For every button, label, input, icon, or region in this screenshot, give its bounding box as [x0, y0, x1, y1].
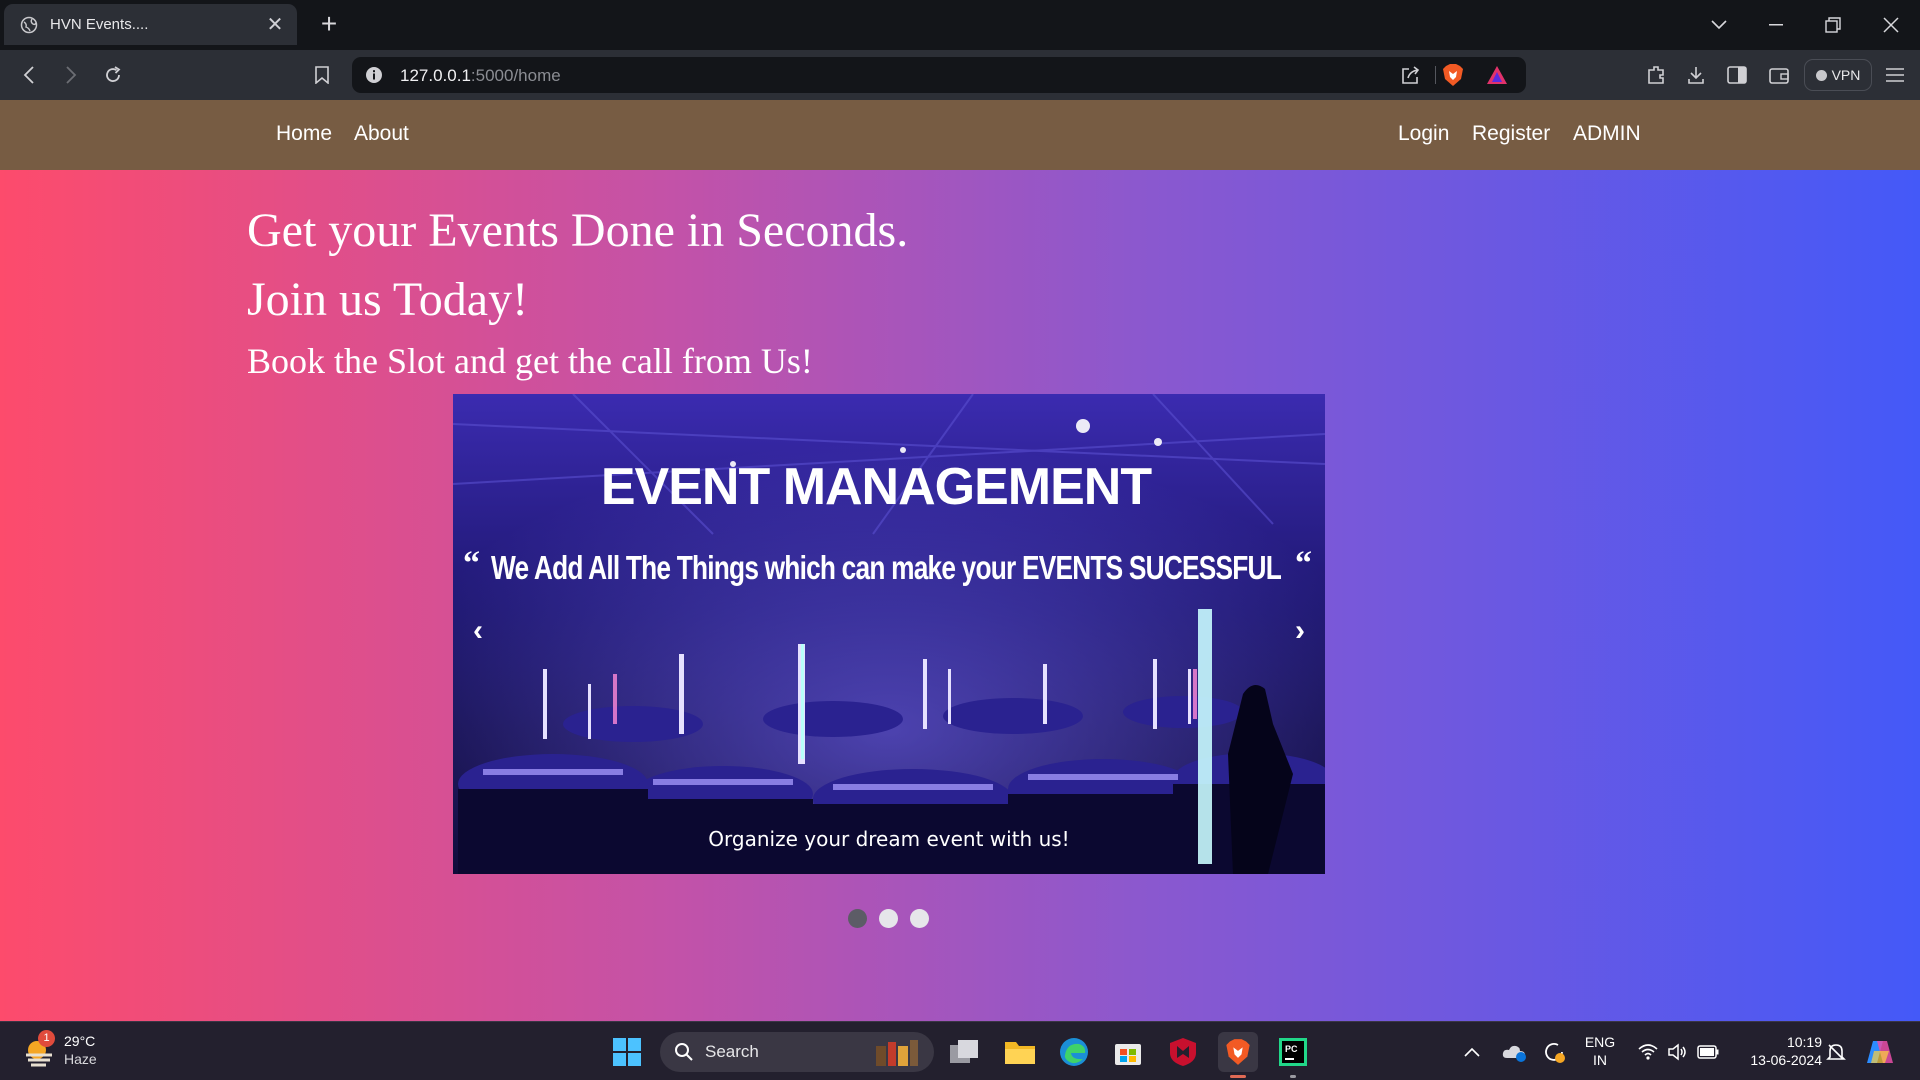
slide-title: EVENT MANAGEMENT	[601, 458, 1152, 516]
new-tab-icon[interactable]: +	[314, 10, 344, 40]
temperature: 29°C	[64, 1033, 96, 1049]
open-app-indicator	[1290, 1075, 1296, 1078]
copilot-icon[interactable]	[1860, 1032, 1900, 1072]
extensions-icon[interactable]	[1641, 60, 1671, 90]
search-icon	[675, 1043, 693, 1061]
nav-home-link[interactable]: Home	[276, 122, 332, 146]
slide-caption: Organize your dream event with us!	[708, 827, 1070, 851]
nav-about-link[interactable]: About	[354, 122, 409, 146]
carousel-indicator-2[interactable]	[879, 909, 898, 928]
carousel-indicator-3[interactable]	[910, 909, 929, 928]
vpn-button[interactable]: VPN	[1804, 59, 1872, 91]
carousel-prev-button[interactable]: ‹	[463, 614, 493, 648]
language-indicator[interactable]: ENG IN	[1582, 1033, 1618, 1069]
tab-search-chevron-icon[interactable]	[1704, 10, 1734, 40]
taskbar-search[interactable]: Search	[660, 1032, 934, 1072]
tray-overflow-icon[interactable]	[1452, 1032, 1492, 1072]
vpn-status-icon	[1815, 69, 1827, 81]
url-text: 127.0.0.1:5000/home	[400, 66, 561, 86]
bookmark-icon[interactable]	[307, 60, 337, 90]
globe-icon	[20, 16, 38, 33]
site-info-icon[interactable]	[365, 66, 383, 84]
pycharm-icon[interactable]: PC	[1273, 1032, 1313, 1078]
weather-condition: Haze	[64, 1051, 97, 1067]
carousel-indicator-1[interactable]	[848, 909, 867, 928]
language-region: IN	[1593, 1052, 1607, 1068]
open-quote-icon: “	[463, 545, 480, 582]
search-highlight-icon	[876, 1040, 918, 1066]
site-navbar: Home About Login Register ADMIN	[0, 100, 1920, 170]
svg-text:PC: PC	[1285, 1044, 1298, 1054]
weather-widget[interactable]: 1	[20, 1030, 60, 1072]
search-label: Search	[705, 1042, 759, 1061]
menu-icon[interactable]	[1880, 60, 1910, 90]
back-icon[interactable]	[14, 60, 44, 90]
slide-quote: We Add All The Things which can make you…	[491, 549, 1282, 586]
share-icon[interactable]	[1396, 60, 1426, 90]
event-hall-image: EVENT MANAGEMENT “ We Add All The Things…	[453, 394, 1325, 874]
toolbar-divider	[1435, 66, 1436, 84]
nav-login-link[interactable]: Login	[1398, 122, 1449, 146]
microsoft-store-icon[interactable]	[1108, 1032, 1148, 1072]
address-bar[interactable]: 127.0.0.1:5000/home	[352, 57, 1526, 93]
task-view-icon[interactable]	[944, 1032, 984, 1072]
language-code: ENG	[1584, 1034, 1616, 1050]
active-app-indicator	[1230, 1075, 1246, 1078]
vpn-label: VPN	[1831, 67, 1861, 83]
minimize-icon[interactable]	[1761, 10, 1791, 40]
notifications-icon[interactable]	[1816, 1032, 1856, 1072]
carousel-next-button[interactable]: ›	[1285, 614, 1315, 648]
onedrive-icon[interactable]	[1494, 1032, 1534, 1072]
page-body: Home About Login Register ADMIN Get your…	[0, 100, 1920, 1021]
nav-register-link[interactable]: Register	[1472, 122, 1550, 146]
tab-close-icon[interactable]: ✕	[265, 12, 285, 37]
weather-text: 29°C Haze	[64, 1032, 97, 1068]
downloads-icon[interactable]	[1681, 60, 1711, 90]
browser-tabbar: HVN Events.... ✕ +	[0, 0, 1920, 50]
brave-taskbar-icon[interactable]	[1218, 1032, 1258, 1078]
brave-shields-icon[interactable]	[1438, 60, 1468, 90]
edge-icon[interactable]	[1054, 1032, 1094, 1072]
hero-heading-2: Join us Today!	[247, 273, 529, 326]
url-host: 127.0.0.1	[400, 66, 471, 85]
clock-time: 10:19	[1786, 1034, 1822, 1050]
tab-title: HVN Events....	[50, 16, 149, 33]
battery-icon[interactable]	[1688, 1032, 1728, 1072]
clock[interactable]: 10:19 13-06-2024	[1734, 1033, 1822, 1069]
close-window-icon[interactable]	[1876, 10, 1906, 40]
start-icon[interactable]	[607, 1032, 647, 1072]
nav-admin-link[interactable]: ADMIN	[1573, 122, 1641, 146]
os-taskbar: 1 29°C Haze Search PC ENG IN 10:19 13-06…	[0, 1021, 1920, 1080]
forward-icon[interactable]	[56, 60, 86, 90]
restore-icon[interactable]	[1818, 10, 1848, 40]
sync-icon[interactable]	[1534, 1032, 1574, 1072]
clock-date: 13-06-2024	[1750, 1052, 1822, 1068]
hero-heading-1: Get your Events Done in Seconds.	[247, 204, 909, 257]
event-carousel: EVENT MANAGEMENT “ We Add All The Things…	[453, 394, 1325, 874]
file-explorer-icon[interactable]	[1000, 1032, 1040, 1072]
mcafee-icon[interactable]	[1163, 1032, 1203, 1072]
browser-tab[interactable]: HVN Events.... ✕	[4, 4, 297, 45]
close-quote-icon: “	[1295, 545, 1312, 582]
reload-icon[interactable]	[98, 60, 128, 90]
browser-toolbar: 127.0.0.1:5000/home VPN	[0, 50, 1920, 100]
url-path: :5000/home	[470, 66, 561, 85]
hero-subheading: Book the Slot and get the call from Us!	[247, 341, 813, 381]
wallet-icon[interactable]	[1764, 60, 1794, 90]
sidebar-icon[interactable]	[1722, 60, 1752, 90]
brave-rewards-icon[interactable]	[1482, 60, 1512, 90]
weather-badge: 1	[38, 1030, 55, 1047]
